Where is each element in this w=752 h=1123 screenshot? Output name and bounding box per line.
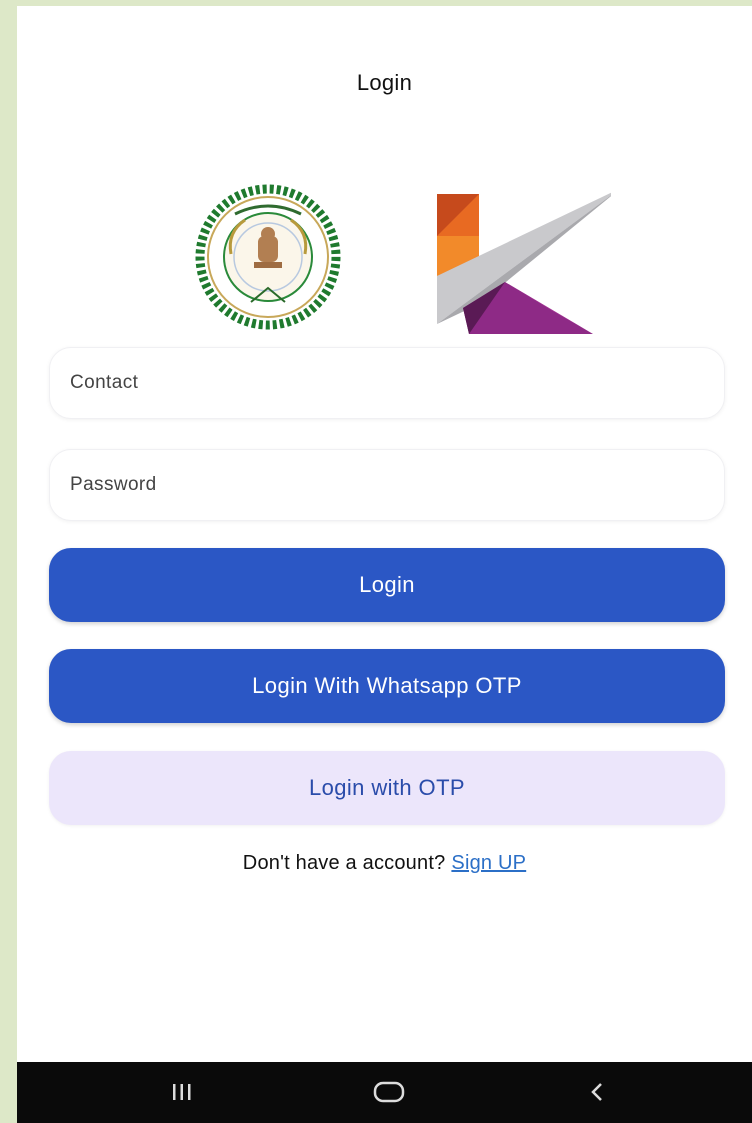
home-button[interactable]	[359, 1070, 419, 1114]
signup-prompt: Don't have a account?	[242, 852, 446, 874]
login-otp-button[interactable]: Login with OTP	[49, 751, 725, 825]
contact-input[interactable]	[50, 348, 724, 418]
state-seal-logo	[195, 184, 341, 330]
logo-row	[17, 184, 752, 334]
login-screen: Login Login	[17, 6, 752, 1123]
page-title: Login	[356, 70, 413, 95]
password-input[interactable]	[50, 450, 724, 520]
sign-up-link[interactable]: Sign UP	[451, 852, 526, 874]
contact-field[interactable]	[49, 347, 725, 419]
login-whatsapp-otp-button[interactable]: Login With Whatsapp OTP	[49, 649, 725, 723]
password-field[interactable]	[49, 449, 725, 521]
signup-row: Don't have a account? Sign UP	[17, 852, 752, 875]
login-button[interactable]: Login	[49, 548, 725, 622]
recent-apps-icon	[173, 1084, 191, 1100]
k-brand-logo	[437, 192, 611, 334]
back-button[interactable]	[567, 1070, 627, 1114]
recent-apps-button[interactable]	[152, 1070, 212, 1114]
back-icon	[591, 1083, 602, 1101]
home-icon	[373, 1081, 405, 1103]
system-navigation-bar	[17, 1062, 752, 1123]
